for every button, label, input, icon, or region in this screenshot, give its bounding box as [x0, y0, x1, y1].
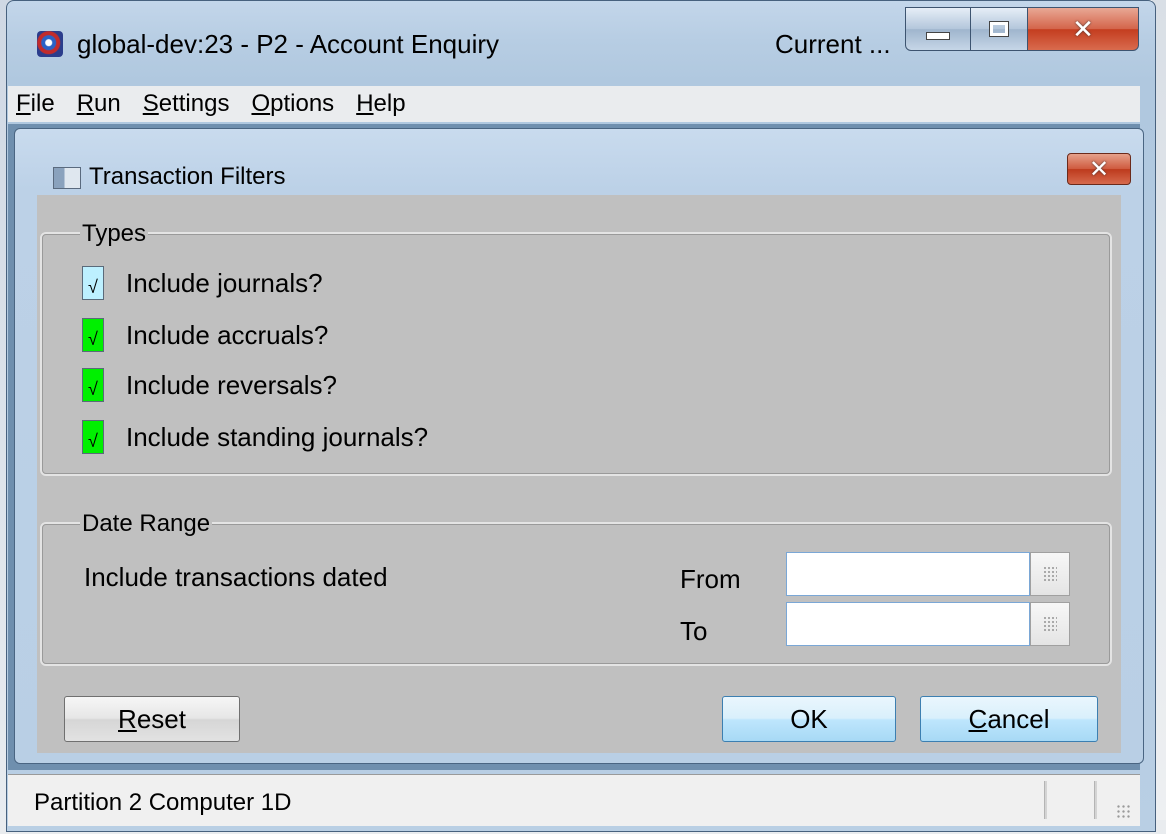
to-date-input[interactable]: [786, 602, 1030, 646]
close-window-button[interactable]: ✕: [1027, 7, 1139, 51]
dialog-close-button[interactable]: ✕: [1067, 153, 1131, 185]
current-label: Current ...: [775, 29, 891, 59]
status-bar: Partition 2 Computer 1D: [8, 774, 1140, 826]
title-bar[interactable]: global-dev:23 - P2 - Account Enquiry Cur…: [7, 1, 1155, 87]
calendar-icon: [1043, 566, 1057, 582]
dialog-title: Transaction Filters: [89, 163, 286, 190]
menu-settings[interactable]: Settings: [135, 90, 240, 118]
from-label: From: [680, 564, 741, 594]
ok-button[interactable]: OK: [722, 696, 896, 742]
include-journals-label[interactable]: Include journals?: [126, 268, 323, 299]
include-accruals-label[interactable]: Include accruals?: [126, 320, 328, 351]
include-journals-checkbox[interactable]: √: [82, 266, 104, 300]
menu-file[interactable]: File: [8, 90, 65, 118]
include-reversals-checkbox[interactable]: √: [82, 368, 104, 402]
calendar-icon: [1043, 616, 1057, 632]
cancel-button[interactable]: Cancel: [920, 696, 1098, 742]
close-icon: ✕: [1072, 13, 1094, 44]
from-date-picker-button[interactable]: [1030, 552, 1070, 596]
include-reversals-row: √ Include reversals?: [82, 368, 337, 402]
to-label: To: [680, 616, 708, 646]
minimize-icon: [926, 32, 950, 40]
status-text: Partition 2 Computer 1D: [34, 789, 292, 816]
from-date-input[interactable]: [786, 552, 1030, 596]
minimize-button[interactable]: [905, 7, 971, 51]
date-range-legend: Date Range: [80, 510, 213, 538]
close-icon: ✕: [1088, 155, 1110, 183]
menu-bar: File Run Settings Options Help: [8, 86, 1140, 122]
include-reversals-label[interactable]: Include reversals?: [126, 370, 337, 401]
date-range-prompt: Include transactions dated: [84, 562, 388, 592]
maximize-button[interactable]: [970, 7, 1028, 51]
include-standing-journals-checkbox[interactable]: √: [82, 420, 104, 454]
include-accruals-checkbox[interactable]: √: [82, 318, 104, 352]
app-globe-icon[interactable]: [37, 31, 63, 57]
resize-grip-icon[interactable]: [1116, 804, 1132, 820]
maximize-icon: [989, 21, 1009, 37]
include-standing-journals-row: √ Include standing journals?: [82, 420, 428, 454]
status-separator: [1044, 781, 1047, 819]
menu-options[interactable]: Options: [243, 90, 344, 118]
include-journals-row: √ Include journals?: [82, 266, 323, 300]
include-accruals-row: √ Include accruals?: [82, 318, 328, 352]
status-separator: [1094, 781, 1097, 819]
window-title: global-dev:23 - P2 - Account Enquiry: [77, 29, 500, 59]
types-legend: Types: [80, 220, 149, 248]
menu-help[interactable]: Help: [348, 90, 415, 118]
reset-button[interactable]: Reset: [64, 696, 240, 742]
menu-run[interactable]: Run: [69, 90, 131, 118]
include-standing-journals-label[interactable]: Include standing journals?: [126, 422, 428, 453]
to-date-picker-button[interactable]: [1030, 602, 1070, 646]
dialog-form-icon: [53, 167, 81, 189]
